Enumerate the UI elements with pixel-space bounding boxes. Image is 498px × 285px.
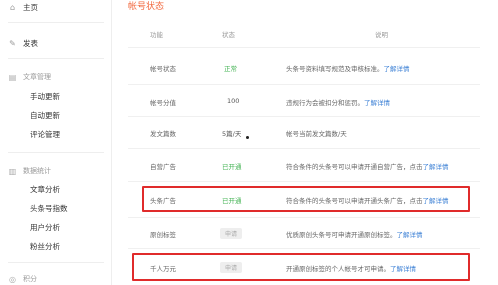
description-text: 帐号当前发文篇数/天 bbox=[286, 130, 347, 138]
row-name: 发文篇数 bbox=[150, 130, 176, 138]
learn-more-link[interactable]: 了解详情 bbox=[423, 163, 449, 171]
sidebar-group-content: ▤ 文章管理 bbox=[8, 72, 51, 82]
description-text: 优质原创头条号可申请开通原创标签。 bbox=[286, 231, 397, 239]
learn-more-link[interactable]: 了解详情 bbox=[397, 231, 423, 239]
sidebar-item-article-analysis[interactable]: 文章分析 bbox=[30, 184, 60, 195]
row-name: 头条广告 bbox=[150, 197, 176, 205]
row-divider bbox=[128, 217, 480, 218]
sidebar-item-home[interactable]: ⌂ 主页 bbox=[8, 2, 38, 13]
row-description: 优质原创头条号可申请开通原创标签。了解详情 bbox=[286, 229, 423, 239]
row-divider bbox=[128, 47, 480, 48]
learn-more-link[interactable]: 了解详情 bbox=[390, 265, 416, 273]
row-name: 原创标签 bbox=[150, 231, 176, 239]
description-text: 头条号资料填写规范及审核标准。 bbox=[286, 65, 384, 73]
coin-icon: ◎ bbox=[9, 274, 16, 284]
learn-more-link[interactable]: 了解详情 bbox=[384, 65, 410, 73]
row-divider bbox=[128, 248, 480, 249]
sidebar-item-comments[interactable]: 评论管理 bbox=[30, 129, 60, 140]
sidebar-item-points[interactable]: ◎ 积分 bbox=[8, 274, 37, 284]
status-badge: 已开通 bbox=[222, 197, 242, 205]
sidebar-item-account-index[interactable]: 头条号指数 bbox=[30, 203, 68, 214]
chart-icon: ▥ bbox=[8, 166, 17, 176]
sidebar-item-publish[interactable]: ✎ 发表 bbox=[8, 38, 38, 49]
row-divider bbox=[128, 84, 480, 85]
status-value: 5篇/天 bbox=[222, 130, 242, 138]
edit-icon: ✎ bbox=[9, 39, 16, 48]
document-icon: ▤ bbox=[8, 72, 17, 82]
row-description: 帐号当前发文篇数/天 bbox=[286, 128, 347, 138]
description-text: 开通原创标签的个人帐号才可申请。 bbox=[286, 265, 390, 273]
home-icon: ⌂ bbox=[9, 3, 16, 12]
row-description: 符合条件的头条号可以申请开通自营广告，点击了解详情 bbox=[286, 161, 449, 171]
column-header-desc: 说明 bbox=[375, 31, 388, 39]
sidebar-group-label: 积分 bbox=[23, 275, 37, 283]
status-value: 100 bbox=[227, 97, 240, 105]
row-divider bbox=[128, 116, 480, 117]
status-badge: 已开通 bbox=[222, 163, 242, 171]
row-description: 违规行为会被扣分和惩罚。了解详情 bbox=[286, 97, 390, 107]
sidebar-item-fan-analysis[interactable]: 粉丝分析 bbox=[30, 241, 60, 252]
sidebar-item-auto-update[interactable]: 自动更新 bbox=[30, 110, 60, 121]
apply-button[interactable]: 申请 bbox=[220, 262, 243, 273]
divider bbox=[8, 58, 104, 59]
row-description: 开通原创标签的个人帐号才可申请。了解详情 bbox=[286, 263, 416, 273]
apply-button[interactable]: 申请 bbox=[220, 228, 243, 239]
row-description: 头条号资料填写规范及审核标准。了解详情 bbox=[286, 63, 410, 73]
sidebar-group-label: 文章管理 bbox=[23, 73, 51, 81]
row-name: 千人万元 bbox=[150, 265, 176, 273]
status-badge: 正常 bbox=[224, 65, 237, 73]
description-text: 违规行为会被扣分和惩罚。 bbox=[286, 99, 364, 107]
sidebar: ⌂ 主页 ✎ 发表 ▤ 文章管理 手动更新 自动更新 评论管理 ▥ 数据统计 文… bbox=[0, 0, 112, 285]
divider bbox=[8, 262, 104, 263]
learn-more-link[interactable]: 了解详情 bbox=[423, 197, 449, 205]
sidebar-item-manual-update[interactable]: 手动更新 bbox=[30, 91, 60, 102]
sidebar-group-label: 数据统计 bbox=[23, 167, 51, 175]
sidebar-item-user-analysis[interactable]: 用户分析 bbox=[30, 222, 60, 233]
sidebar-item-label: 发表 bbox=[23, 39, 38, 48]
description-text: 符合条件的头条号可以申请开通自营广告，点击 bbox=[286, 163, 423, 171]
description-text: 符合条件的头条号可以申请开通头条广告，点击 bbox=[286, 197, 423, 205]
page-title: 帐号状态 bbox=[128, 2, 165, 12]
row-name: 帐号状态 bbox=[150, 65, 176, 73]
column-header-name: 功能 bbox=[150, 31, 163, 39]
column-header-status: 状态 bbox=[222, 31, 235, 39]
row-name: 帐号分值 bbox=[150, 99, 176, 107]
cursor-dot bbox=[246, 136, 249, 139]
row-name: 自营广告 bbox=[150, 163, 176, 171]
sidebar-group-stats: ▥ 数据统计 bbox=[8, 166, 51, 176]
row-divider bbox=[128, 148, 480, 149]
divider bbox=[8, 22, 104, 23]
learn-more-link[interactable]: 了解详情 bbox=[364, 99, 390, 107]
sidebar-item-label: 主页 bbox=[23, 3, 38, 12]
row-description: 符合条件的头条号可以申请开通头条广告，点击了解详情 bbox=[286, 195, 449, 205]
divider bbox=[8, 152, 104, 153]
row-divider bbox=[128, 181, 480, 182]
